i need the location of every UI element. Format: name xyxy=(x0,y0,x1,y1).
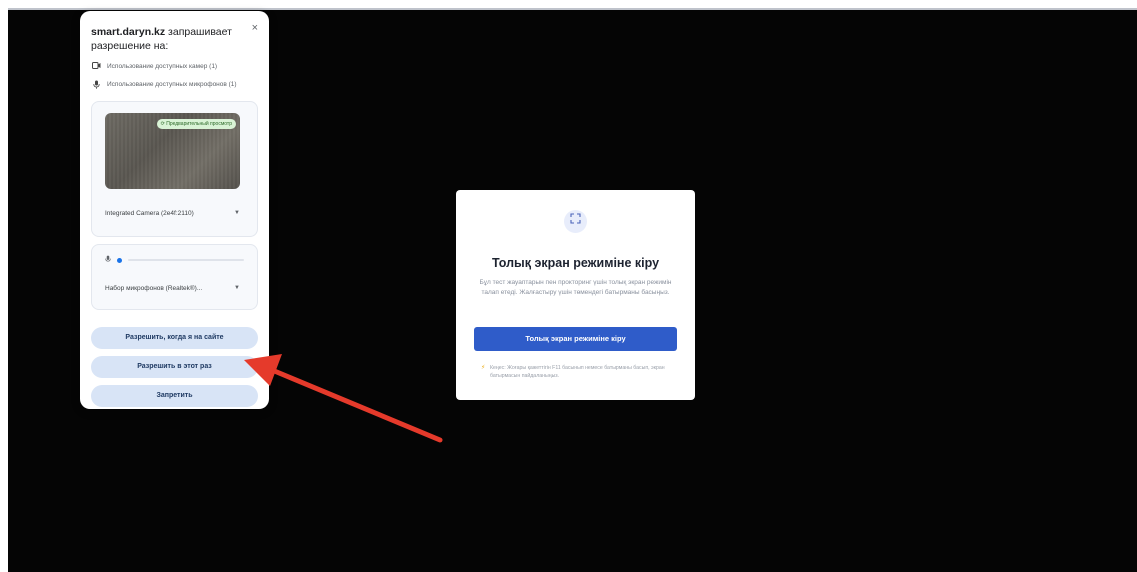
camera-preview: ⟳ Предварительный просмотр xyxy=(105,113,240,189)
microphone-permission-label: Использование доступных микрофонов (1) xyxy=(107,81,237,88)
camera-select[interactable]: Integrated Camera (2e4f:2110) ▼ xyxy=(105,203,244,223)
allow-on-site-button[interactable]: Разрешить, когда я на сайте xyxy=(91,327,258,349)
deny-button[interactable]: Запретить xyxy=(91,385,258,407)
microphone-level-icon xyxy=(105,255,111,265)
chevron-down-icon: ▼ xyxy=(234,210,240,216)
microphone-level-bar xyxy=(128,259,244,261)
close-icon[interactable]: × xyxy=(252,23,258,34)
camera-permission-label: Использование доступных камер (1) xyxy=(107,63,218,70)
camera-status-badge: ⟳ Предварительный просмотр xyxy=(156,119,236,129)
fullscreen-dialog: Толық экран режиміне кіру Бұл тест жауап… xyxy=(456,190,695,400)
expand-icon xyxy=(564,210,587,233)
camera-icon xyxy=(91,62,101,71)
permission-title: smart.daryn.kz запрашивает разрешение на… xyxy=(91,25,241,53)
fullscreen-description: Бұл тест жауаптарын пен прокторинг үшін … xyxy=(479,279,672,296)
camera-card: ⟳ Предварительный просмотр Integrated Ca… xyxy=(91,101,258,237)
microphone-select[interactable]: Набор микрофонов (Realtek®)... ▼ xyxy=(105,278,244,298)
microphone-level-dot xyxy=(117,257,122,263)
microphone-icon xyxy=(91,80,101,91)
enter-fullscreen-button[interactable]: Толық экран режиміне кіру xyxy=(474,327,677,351)
chevron-down-icon: ▼ xyxy=(234,285,240,291)
fullscreen-note: ⚡ Кеңес: Жоғары қажеттігін F11 басынып н… xyxy=(481,364,677,380)
microphone-permission-row: Использование доступных микрофонов (1) xyxy=(91,80,258,91)
allow-once-button[interactable]: Разрешить в этот раз xyxy=(91,356,258,378)
fullscreen-title: Толық экран режиміне кіру xyxy=(491,256,660,270)
microphone-card: Набор микрофонов (Realtek®)... ▼ xyxy=(91,244,258,310)
fullscreen-note-text: Кеңес: Жоғары қажеттігін F11 басынып нем… xyxy=(490,365,665,379)
warning-icon: ⚡ xyxy=(481,365,486,371)
camera-permission-row: Использование доступных камер (1) xyxy=(91,62,258,71)
microphone-level xyxy=(105,254,244,266)
permission-site: smart.daryn.kz xyxy=(91,26,166,38)
microphone-select-value: Набор микрофонов (Realtek®)... xyxy=(105,284,203,292)
permission-popup: smart.daryn.kz запрашивает разрешение на… xyxy=(80,11,269,409)
camera-select-value: Integrated Camera (2e4f:2110) xyxy=(105,209,194,217)
